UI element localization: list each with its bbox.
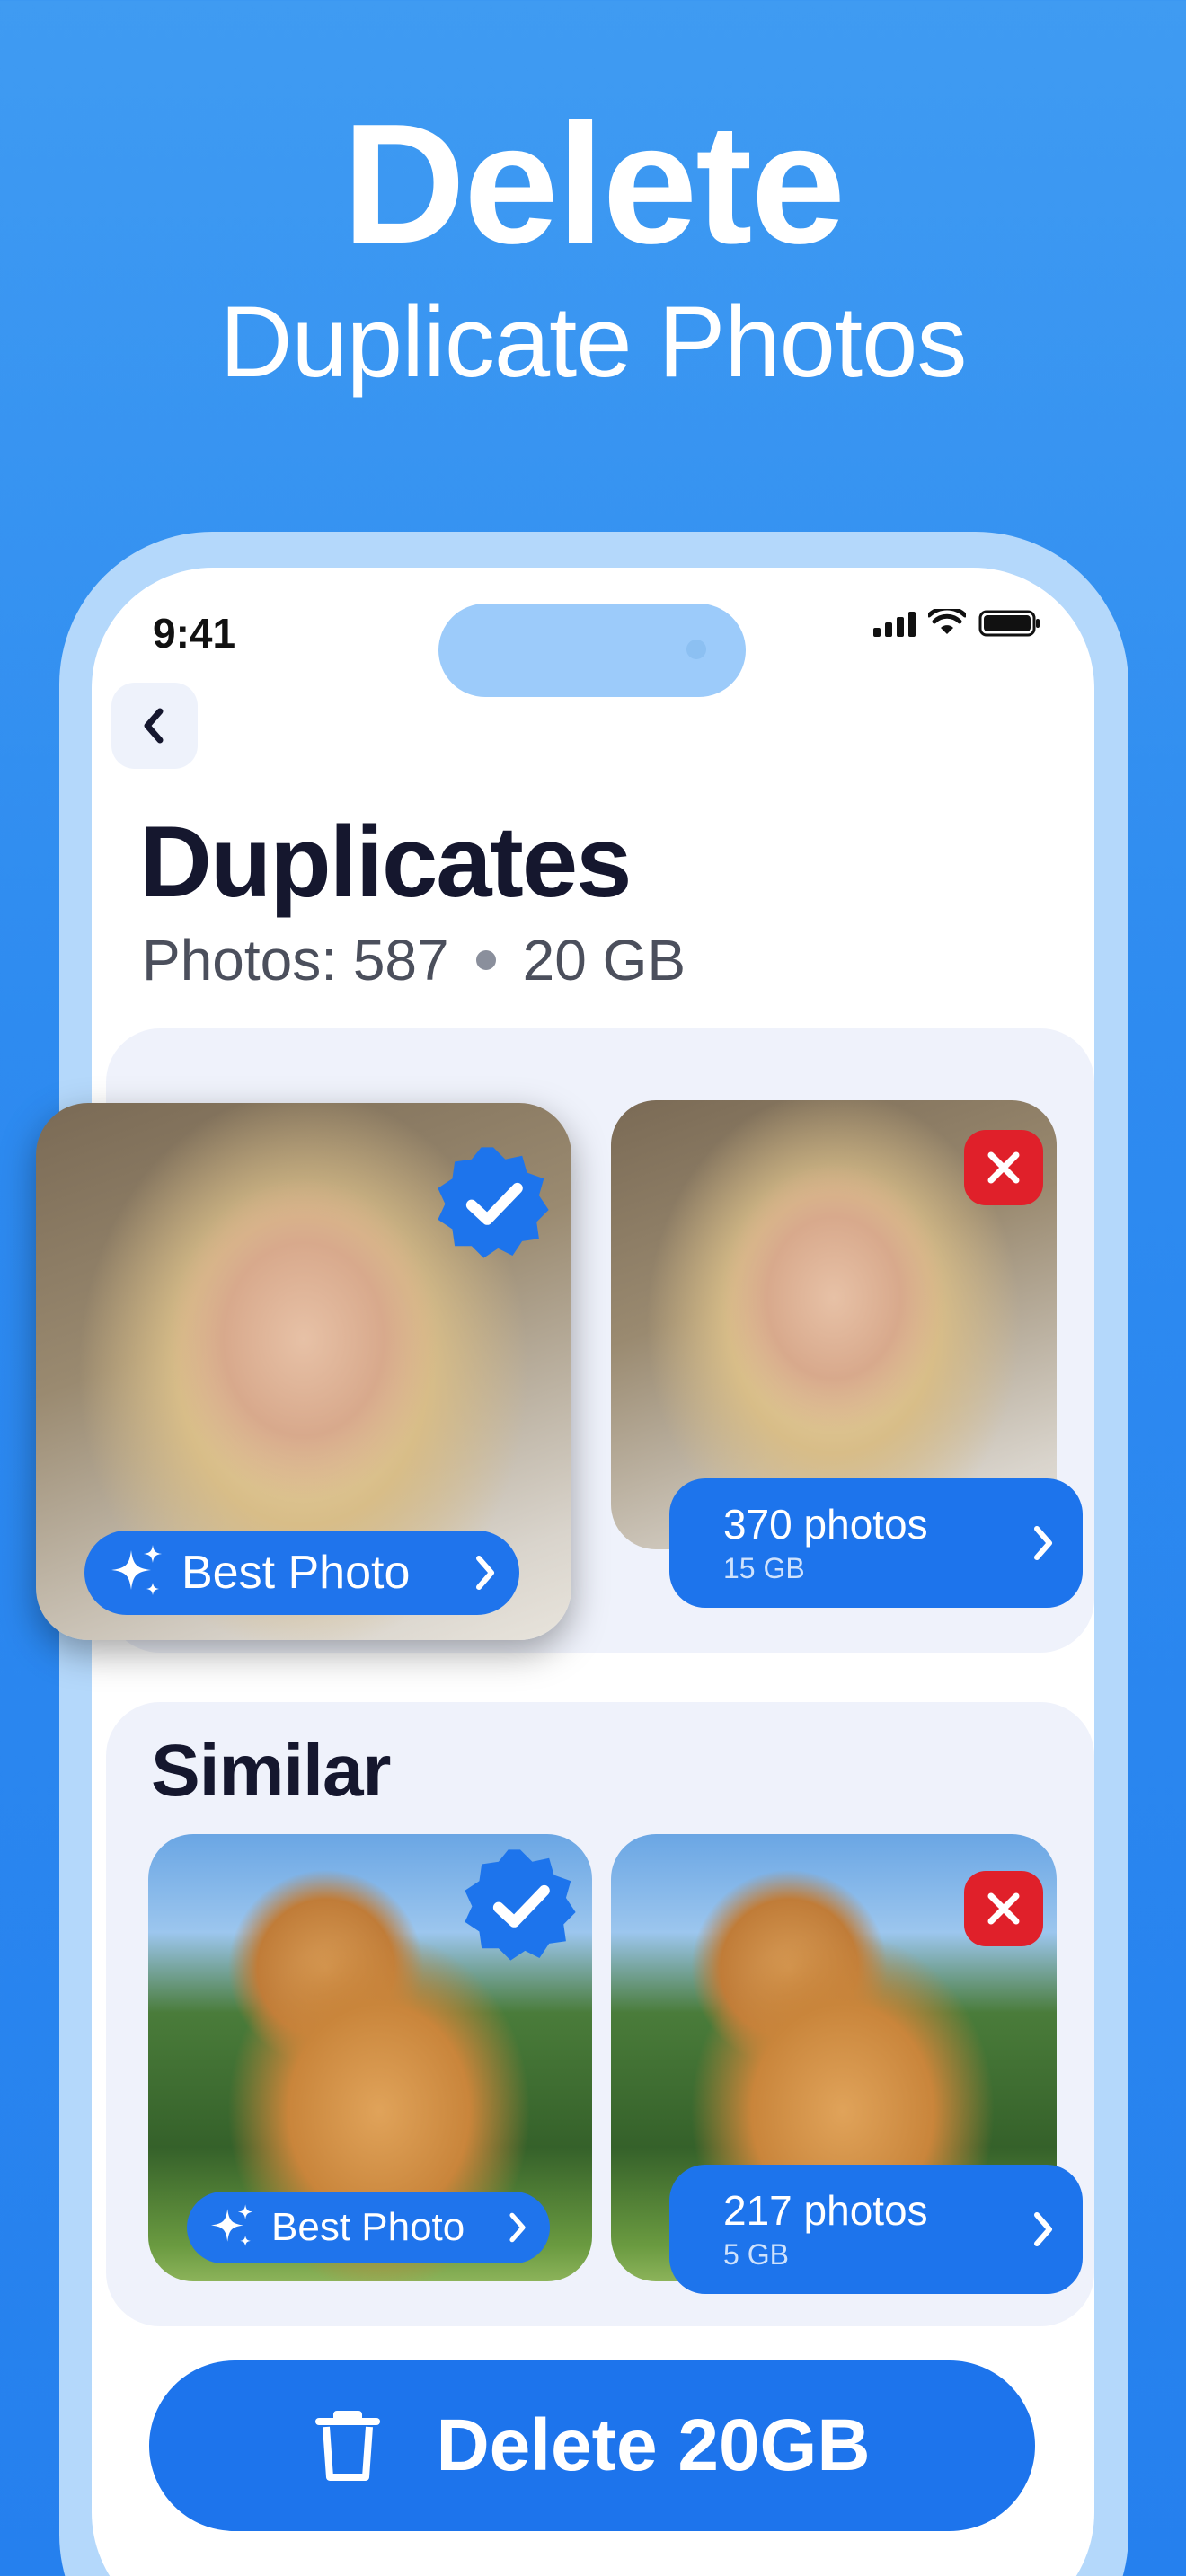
delete-label: Delete 20GB [436, 2404, 871, 2486]
chevron-right-icon [1034, 1526, 1052, 1560]
signal-icon [873, 610, 916, 637]
status-icons [873, 609, 1041, 638]
sparkles-icon [111, 1545, 162, 1595]
chevron-right-icon [476, 1556, 494, 1590]
duplicates-count-button[interactable]: 370 photos 15 GB [669, 1478, 1083, 1608]
battery-icon [978, 610, 1040, 637]
back-button[interactable] [111, 683, 198, 769]
similar-count: 217 photos [723, 2187, 928, 2234]
best-photo-label: Best Photo [181, 1547, 411, 1599]
similar-count-button[interactable]: 217 photos 5 GB [669, 2165, 1083, 2294]
duplicates-size: 15 GB [723, 1552, 805, 1584]
trash-icon [315, 2411, 381, 2481]
best-photo-label: Best Photo [271, 2205, 465, 2249]
total-size: 20 GB [522, 928, 686, 992]
section-title-similar: Similar [151, 1730, 391, 1812]
separator-dot [475, 950, 496, 970]
reject-close-icon[interactable] [964, 1130, 1043, 1205]
photos-summary: Photos: 587 20 GB [142, 927, 686, 993]
photos-count: Photos: 587 [142, 928, 449, 992]
best-photo-badge[interactable]: Best Photo [84, 1531, 519, 1615]
chevron-right-icon [1034, 2212, 1052, 2246]
chevron-left-icon [144, 708, 164, 744]
promo-subtitle: Duplicate Photos [219, 286, 968, 398]
camera-dot [686, 640, 706, 659]
sparkles-icon [210, 2204, 253, 2246]
reject-close-icon[interactable] [964, 1871, 1043, 1946]
duplicates-count: 370 photos [723, 1501, 928, 1548]
promo-title: Delete [341, 89, 845, 279]
verified-check-icon[interactable] [460, 1845, 580, 1965]
verified-check-icon[interactable] [433, 1142, 553, 1263]
best-photo-badge[interactable]: Best Photo [187, 2192, 550, 2263]
similar-size: 5 GB [723, 2238, 789, 2271]
delete-button[interactable]: Delete 20GB [149, 2360, 1035, 2531]
page-title: Duplicates [139, 806, 632, 918]
wifi-icon [928, 609, 966, 634]
status-time: 9:41 [153, 610, 236, 657]
chevron-right-icon [509, 2212, 526, 2243]
